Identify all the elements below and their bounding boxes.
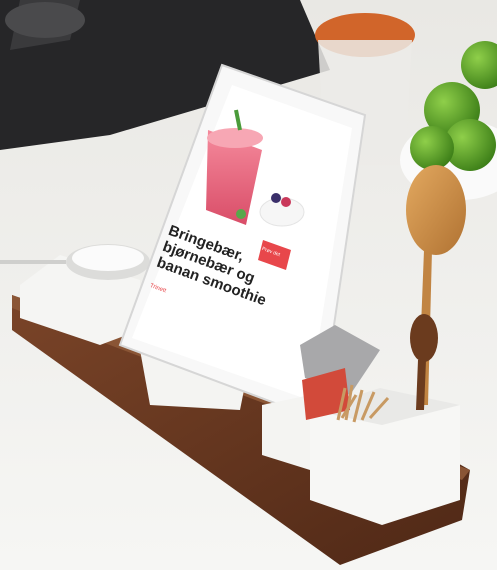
dark-spoon — [410, 314, 438, 362]
lime — [410, 126, 454, 170]
pot — [5, 2, 85, 38]
